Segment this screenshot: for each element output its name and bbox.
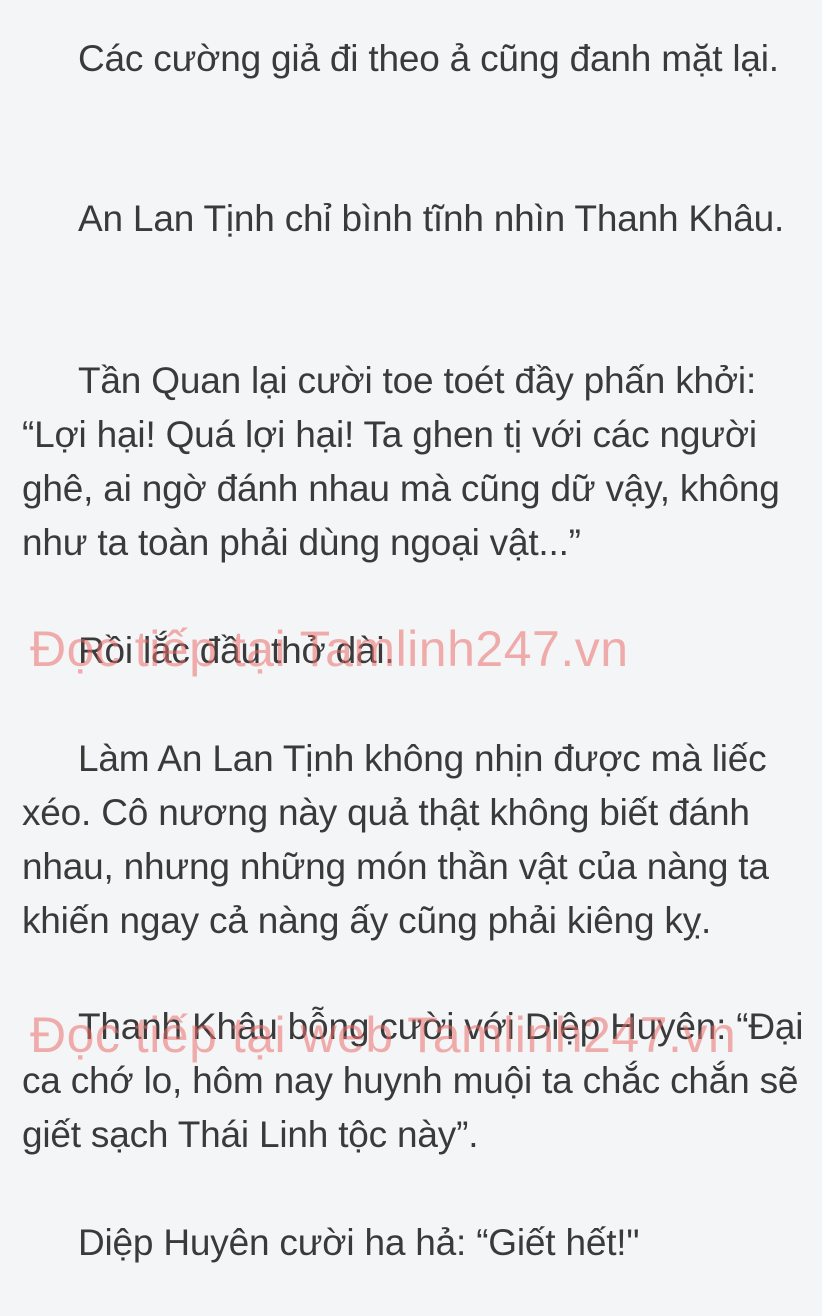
story-paragraph-1: Các cường giả đi theo ả cũng đanh mặt lạ… bbox=[78, 38, 779, 79]
story-paragraph-5: Làm An Lan Tịnh không nhịn được mà liếc … bbox=[22, 738, 769, 941]
story-paragraph-4: Rồi lắc đầu thở dài. bbox=[78, 630, 395, 671]
story-paragraph-7: Diệp Huyên cười ha hả: “Giết hết!" bbox=[78, 1222, 640, 1263]
story-paragraph-3: Tần Quan lại cười toe toét đầy phấn khởi… bbox=[22, 360, 780, 563]
story-paragraph-2: An Lan Tịnh chỉ bình tĩnh nhìn Thanh Khâ… bbox=[78, 198, 785, 239]
reader-page: Các cường giả đi theo ả cũng đanh mặt lạ… bbox=[0, 0, 822, 1316]
story-paragraph-6: Thanh Khâu bỗng cười với Diệp Huyên: “Đạ… bbox=[22, 1006, 804, 1155]
